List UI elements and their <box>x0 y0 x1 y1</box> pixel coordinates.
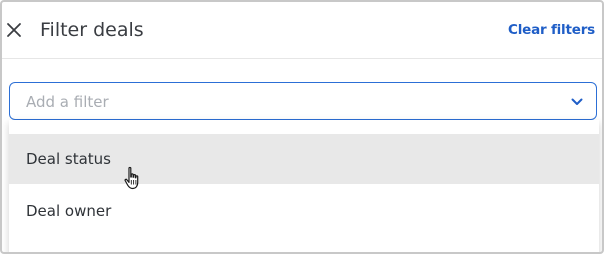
menu-item-deal-status[interactable]: Deal status <box>9 134 599 184</box>
filter-options-menu: Deal status Deal owner <box>9 120 599 252</box>
menu-item-label: Deal status <box>26 150 111 168</box>
chevron-down-icon[interactable] <box>570 95 584 109</box>
close-button[interactable] <box>4 18 24 42</box>
menu-item-deal-owner[interactable]: Deal owner <box>9 186 599 236</box>
add-filter-select[interactable]: Add a filter <box>9 82 597 120</box>
menu-item-label: Deal owner <box>26 202 112 220</box>
close-icon <box>7 23 21 37</box>
clear-filters-link[interactable]: Clear filters <box>508 20 595 40</box>
panel-title: Filter deals <box>40 19 144 41</box>
panel-header: Filter deals Clear filters <box>2 2 602 59</box>
add-filter-placeholder: Add a filter <box>26 93 109 111</box>
filter-panel: Filter deals Clear filters Add a filter … <box>0 0 604 254</box>
